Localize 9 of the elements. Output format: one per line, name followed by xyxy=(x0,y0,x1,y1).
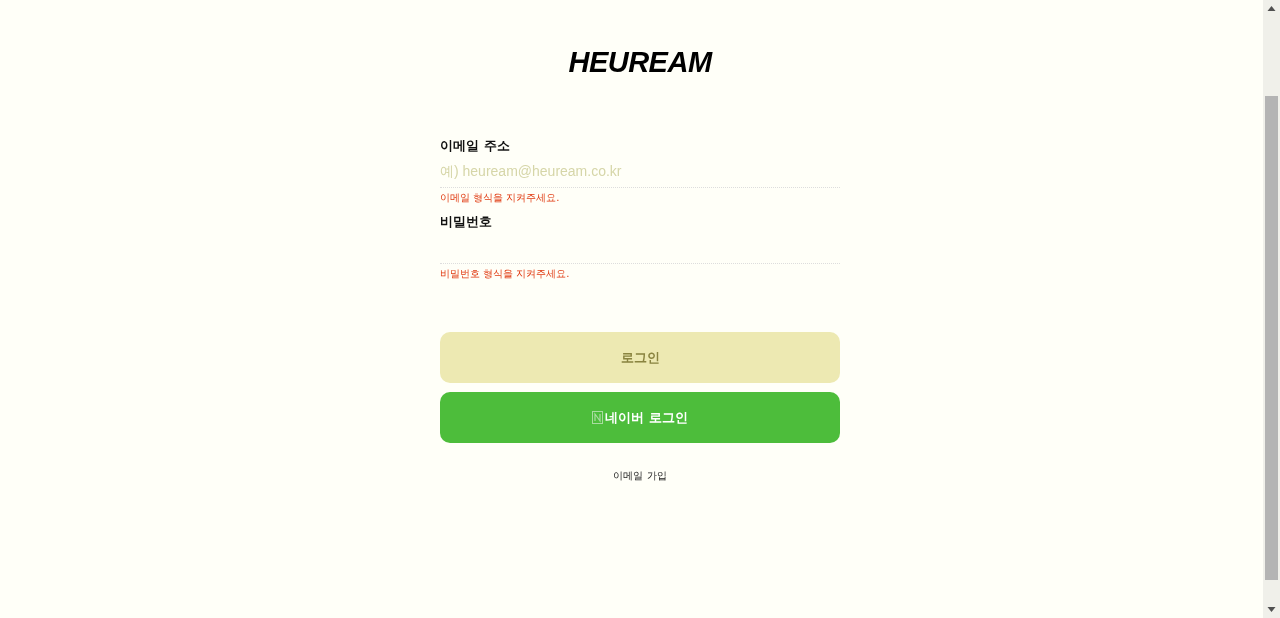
input-field[interactable]: 예) heuream@heuream.co.kr xyxy=(440,155,840,188)
n-logo-icon xyxy=(592,411,604,424)
logo: HEUREAM xyxy=(568,46,712,79)
field-label: 이메일 주소 xyxy=(440,137,510,155)
naver-login-button[interactable]: 네이버 로그인 xyxy=(440,392,840,443)
signup-link[interactable]: 이메일 가입 xyxy=(613,469,667,483)
error-message: 이메일 형식을 지켜주세요. xyxy=(440,191,560,205)
field-label: 비밀번호 xyxy=(440,213,492,231)
error-message: 비밀번호 형식을 지켜주세요. xyxy=(440,267,570,281)
